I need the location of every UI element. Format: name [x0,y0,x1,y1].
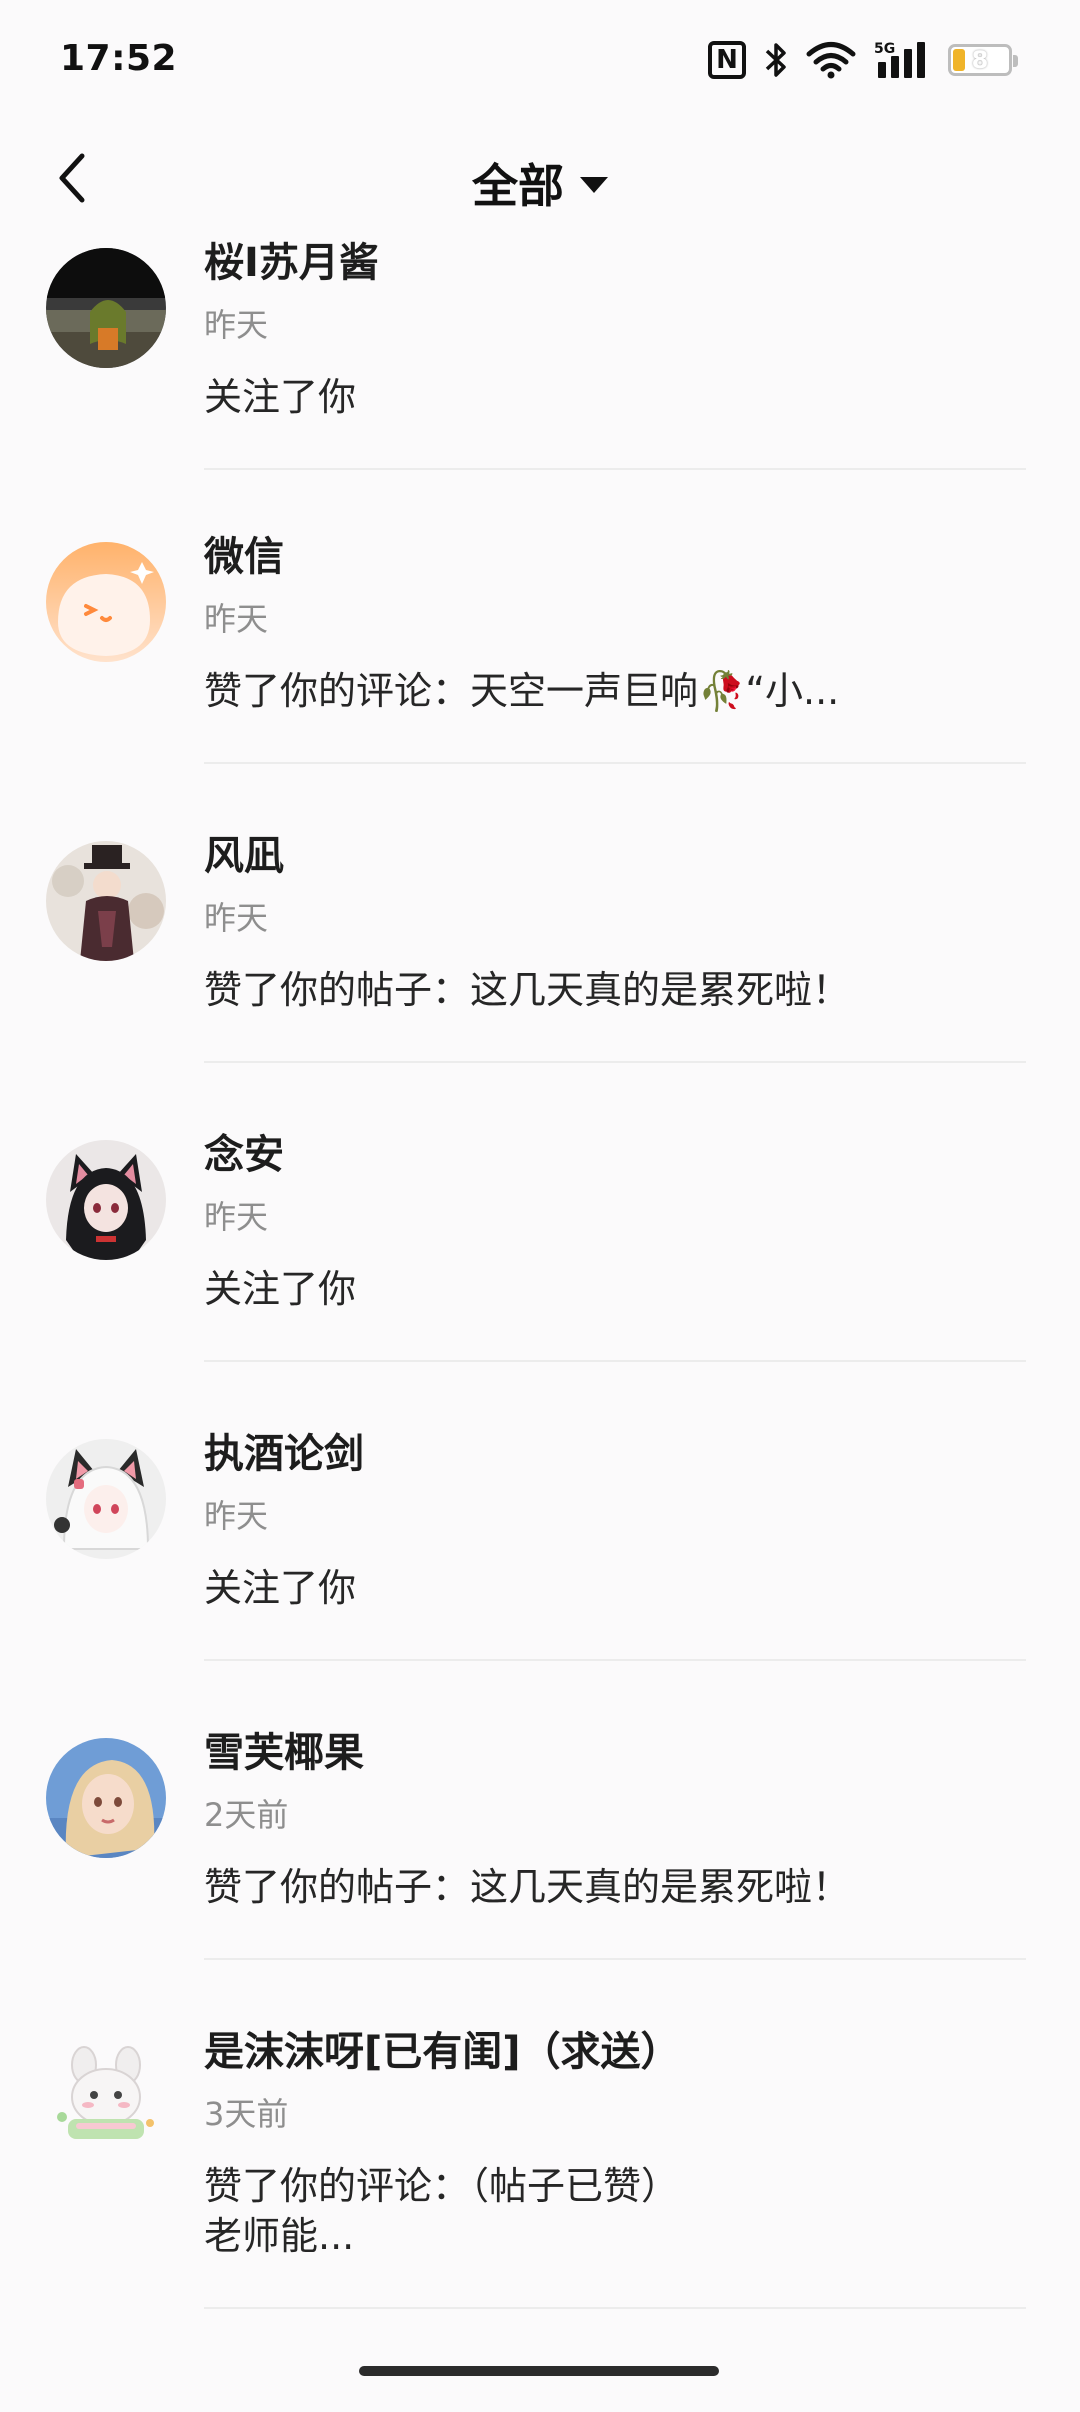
divider [204,1659,1026,1661]
notification-list: 桜I苏月酱 昨天 关注了你 微信 昨天 赞了你的评论：天空一声巨响🥀“小... … [0,235,1080,2374]
notification-text: 赞了你的评论：天空一声巨响🥀“小... [204,669,840,713]
user-name: 念安 [204,1132,284,1178]
divider [204,468,1026,470]
network-label: 5G [874,41,895,57]
page-title: 全部 [472,159,564,213]
nfc-icon: N [708,41,746,79]
cat-ear-girl-avatar[interactable] [46,1140,166,1260]
user-name: 雪芙椰果 [204,1730,364,1776]
status-icons: N 5G 8 [708,40,1018,80]
timestamp: 昨天 [204,899,269,937]
notification-text: 赞了你的帖子：这几天真的是累死啦！ [204,1865,851,1909]
notification-body: 念安 昨天 关注了你 [204,1127,1026,1314]
wifi-icon [806,41,856,79]
user-name: 风凪 [204,833,284,879]
caret-down-icon [580,177,608,193]
notification-text: 关注了你 [204,1267,357,1311]
user-name: 执酒论剑 [204,1431,364,1477]
notification-body: 是沫沫呀[已有闺]（求送） 3天前 赞了你的评论：（帖子已赞） 老师能... [204,2024,1026,2261]
divider [204,762,1026,764]
filter-dropdown[interactable]: 全部 [0,150,1080,216]
user-name: 是沫沫呀[已有闺]（求送） [204,2029,681,2075]
timestamp: 昨天 [204,600,269,638]
notification-body: 雪芙椰果 2天前 赞了你的帖子：这几天真的是累死啦！ [204,1725,1026,1912]
divider [204,1061,1026,1063]
timestamp: 昨天 [204,1198,269,1236]
user-name: 桜I苏月酱 [204,240,379,286]
notification-text: 赞了你的帖子：这几天真的是累死啦！ [204,968,851,1012]
notification-item[interactable]: 雪芙椰果 2天前 赞了你的帖子：这几天真的是累死啦！ [0,1725,1080,2024]
timestamp: 2天前 [204,1796,289,1834]
timestamp: 3天前 [204,2095,289,2133]
blonde-girl-avatar[interactable] [46,1738,166,1858]
signal-5g-icon: 5G [874,40,930,80]
notification-item[interactable]: 执酒论剑 昨天 关注了你 [0,1426,1080,1725]
user-name: 微信 [204,534,284,580]
white-hair-cat-girl-avatar[interactable] [46,1439,166,1559]
notification-item[interactable]: 微信 昨天 赞了你的评论：天空一声巨响🥀“小... [0,529,1080,828]
header: 全部 [0,128,1080,232]
notification-item[interactable]: 风凪 昨天 赞了你的帖子：这几天真的是累死啦！ [0,828,1080,1127]
timestamp: 昨天 [204,306,269,344]
cute-bunny-avatar[interactable] [46,2037,166,2157]
notification-item[interactable]: 是沫沫呀[已有闺]（求送） 3天前 赞了你的评论：（帖子已赞） 老师能... [0,2024,1080,2374]
notification-text: 关注了你 [204,1566,357,1610]
divider [204,1360,1026,1362]
battery-icon: 8 [948,44,1018,76]
notification-text: 赞了你的评论：（帖子已赞） 老师能... [204,2164,680,2258]
orange-mascot-avatar[interactable] [46,542,166,662]
battery-level: 8 [971,46,989,74]
anime-girl-avatar[interactable] [46,248,166,368]
timestamp: 昨天 [204,1497,269,1535]
status-time: 17:52 [60,38,178,79]
notification-body: 风凪 昨天 赞了你的帖子：这几天真的是累死啦！ [204,828,1026,1015]
notification-body: 执酒论剑 昨天 关注了你 [204,1426,1026,1613]
notification-body: 桜I苏月酱 昨天 关注了你 [204,235,1026,422]
notifications-screen: 17:52 N 5G 8 全部 桜I苏月酱 昨天 关注了你 微信 昨天 赞了你的… [0,0,1080,2412]
notification-item[interactable]: 念安 昨天 关注了你 [0,1127,1080,1426]
divider [204,2307,1026,2309]
bluetooth-icon [764,41,788,79]
divider [204,1958,1026,1960]
notification-text: 关注了你 [204,375,357,419]
status-bar: 17:52 N 5G 8 [0,0,1080,120]
notification-body: 微信 昨天 赞了你的评论：天空一声巨响🥀“小... [204,529,1026,716]
top-hat-character-avatar[interactable] [46,841,166,961]
home-indicator[interactable] [359,2366,719,2376]
notification-item[interactable]: 桜I苏月酱 昨天 关注了你 [0,235,1080,529]
